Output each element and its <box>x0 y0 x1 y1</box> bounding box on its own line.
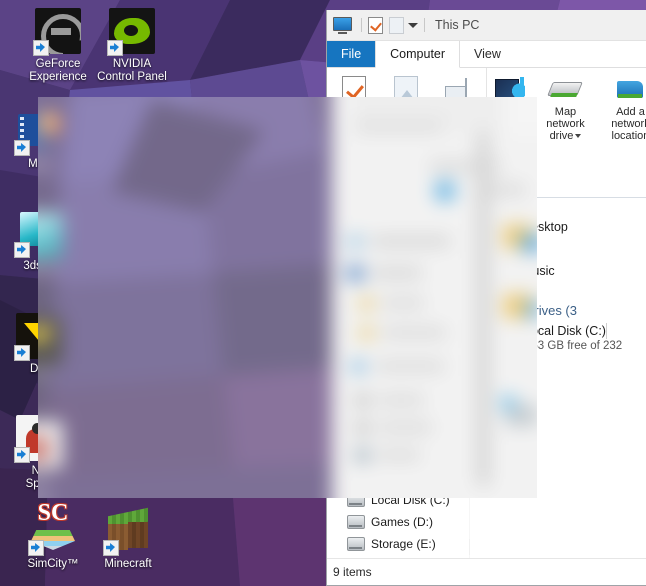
ribbon-button-media[interactable] <box>491 74 529 106</box>
ribbon-button-properties[interactable] <box>331 74 377 106</box>
window-title: This PC <box>435 18 480 32</box>
dirt-icon <box>14 313 62 361</box>
shortcut-overlay-icon <box>14 140 30 156</box>
divider <box>424 18 425 32</box>
desktop-icon-movie-maker[interactable]: Mov <box>0 108 87 171</box>
rename-icon <box>436 74 482 106</box>
minecraft-icon <box>103 507 151 556</box>
ribbon-button-open[interactable] <box>383 74 429 106</box>
nav-item-label: Storage (E:) <box>371 537 436 551</box>
computer-icon[interactable] <box>333 17 352 34</box>
list-item[interactable]: Music <box>478 249 646 293</box>
explorer-content: Local Disk (C:) Games (D:) Storage (E:) … <box>327 142 646 585</box>
add-network-location-icon <box>602 74 646 106</box>
movie-maker-icon <box>14 108 62 156</box>
nav-item-storage-e[interactable]: Storage (E:) <box>327 533 469 555</box>
nav-item-label: Games (D:) <box>371 515 434 529</box>
drive-free-space: 163 GB free of 232 <box>525 340 623 352</box>
nav-item-games-d[interactable]: Games (D:) <box>327 511 469 533</box>
status-bar: 9 items <box>327 558 646 585</box>
shortcut-overlay-icon <box>14 242 30 258</box>
ribbon-button-add-network-location[interactable]: Add a network location <box>602 74 646 142</box>
ribbon-tabs: File Computer View <box>327 41 646 68</box>
desktop-icon-3ds-max[interactable]: 3ds M <box>0 210 87 273</box>
desktop-icon-minecraft[interactable]: Minecraft <box>80 507 176 571</box>
desktop-icon-label: 3ds M <box>23 260 55 272</box>
desktop-icon-dirt[interactable]: Dirt <box>0 313 87 376</box>
tab-view[interactable]: View <box>460 41 515 67</box>
chevron-down-icon[interactable] <box>575 134 582 139</box>
group-header-label: ers (6) <box>478 190 516 205</box>
group-header-devices-and-drives[interactable]: ces and drives (3 <box>478 303 646 318</box>
map-network-drive-icon <box>535 74 596 106</box>
shortcut-overlay-icon <box>103 540 119 556</box>
desktop-icon-nvidia-control-panel[interactable]: NVIDIA Control Panel <box>84 8 180 84</box>
divider <box>361 18 362 32</box>
customize-quick-access-caret-icon[interactable] <box>408 22 418 28</box>
drive-info: Local Disk (C:) 163 GB free of 232 <box>524 323 646 353</box>
navigation-pane: Local Disk (C:) Games (D:) Storage (E:) <box>327 142 470 585</box>
ribbon-button-rename[interactable] <box>436 74 482 106</box>
group-header-label: ces and drives (3 <box>478 303 577 318</box>
music-folder-icon <box>478 254 514 288</box>
need-for-speed-icon <box>14 415 62 463</box>
geforce-experience-icon <box>33 8 81 56</box>
group-header-folders[interactable]: ers (6) <box>478 190 646 205</box>
shortcut-overlay-icon <box>107 40 123 56</box>
tab-file[interactable]: File <box>327 41 376 67</box>
file-list-pane: ers (6) Desktop Music ces and drives (3 … <box>470 142 646 585</box>
drive-icon <box>347 515 365 529</box>
media-icon <box>491 74 529 106</box>
list-item[interactable]: Local Disk (C:) 163 GB free of 232 <box>477 323 646 382</box>
shortcut-overlay-icon <box>28 540 44 556</box>
ribbon-group-network: Map network drive Add a network location… <box>487 68 646 154</box>
windows-drive-icon <box>477 336 516 366</box>
drive-icon <box>347 537 365 551</box>
3ds-max-icon <box>14 210 62 258</box>
nav-item-label: Local Disk (C:) <box>371 493 450 507</box>
open-icon <box>383 74 429 106</box>
nvidia-control-panel-icon <box>107 8 155 56</box>
new-folder-icon[interactable] <box>389 16 404 34</box>
desktop-icon-label: Minecraft <box>104 558 152 570</box>
shortcut-overlay-icon <box>14 345 30 361</box>
ribbon-button-label: Add a network location <box>611 106 646 142</box>
shortcut-overlay-icon <box>14 447 30 463</box>
ribbon-group-location: Location <box>327 68 487 144</box>
desktop-icon-label: Mov <box>28 158 50 170</box>
title-bar: This PC <box>327 10 646 41</box>
ribbon-button-map-network-drive[interactable]: Map network drive <box>535 74 596 142</box>
item-count-label: 9 items <box>333 565 372 579</box>
windows-drive-icon <box>343 489 365 507</box>
tab-computer[interactable]: Computer <box>375 41 461 68</box>
properties-icon <box>331 74 377 106</box>
shortcut-overlay-icon <box>33 40 49 56</box>
nav-item-local-disk-c[interactable]: Local Disk (C:) <box>327 489 469 511</box>
file-explorer-window: This PC File Computer View Location Map … <box>326 10 646 586</box>
screen: GeForce Experience NVIDIA Control Panel … <box>0 0 646 586</box>
desktop-icon-label: Ne Spee <box>25 465 53 490</box>
properties-icon[interactable] <box>368 16 383 34</box>
desktop-icon-label: Dirt <box>30 363 48 375</box>
divider <box>521 197 646 198</box>
ribbon: Location Map network drive Add a network… <box>327 68 646 154</box>
list-item[interactable]: Desktop <box>478 205 646 249</box>
desktop-icon-need-for-speed[interactable]: Ne Spee <box>0 415 87 491</box>
simcity-icon: SC <box>28 501 76 556</box>
drive-label: Local Disk (C:) <box>524 324 606 338</box>
list-item-label: Music <box>522 264 555 278</box>
desktop-folder-icon <box>478 210 514 244</box>
list-item-label: Desktop <box>522 220 568 234</box>
desktop-icon-label: NVIDIA Control Panel <box>97 58 167 83</box>
